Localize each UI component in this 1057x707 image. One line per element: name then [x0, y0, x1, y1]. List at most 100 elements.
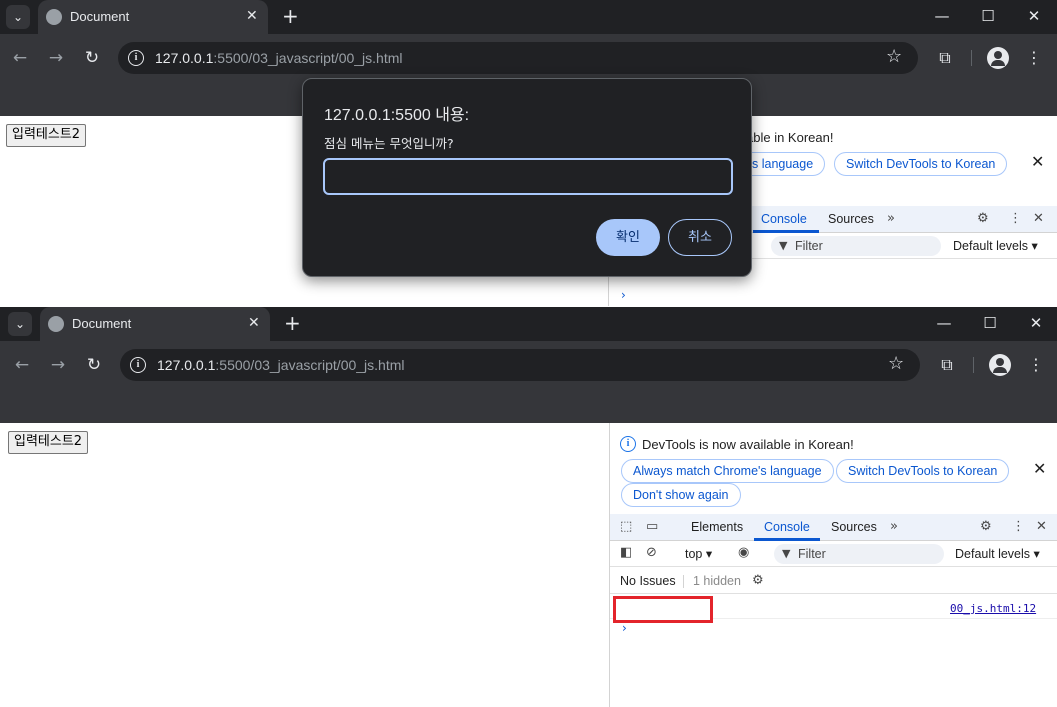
- default-levels-dropdown[interactable]: Default levels ▾: [955, 546, 1040, 561]
- console-message-row: 00_js.html:12: [610, 595, 1057, 623]
- back-arrow-icon[interactable]: ←: [10, 48, 30, 68]
- reload-icon[interactable]: ↻: [82, 48, 102, 68]
- tab-elements[interactable]: Elements: [691, 520, 743, 534]
- settings-gear-icon[interactable]: ⚙: [980, 519, 992, 535]
- ok-button[interactable]: 확인: [596, 219, 660, 256]
- filter-funnel-icon: ▼: [782, 547, 791, 560]
- device-toolbar-icon[interactable]: ▭: [646, 519, 658, 535]
- filter-funnel-icon: ▼: [779, 239, 788, 252]
- banner-close-icon[interactable]: ✕: [1031, 152, 1044, 171]
- tab-search-chevron-icon[interactable]: ⌄: [8, 312, 32, 336]
- url-host: 127.0.0.1: [155, 50, 214, 66]
- url-text: 127.0.0.1:5500/03_javascript/00_js.html: [157, 357, 405, 373]
- input-test-button[interactable]: 입력테스트2: [6, 124, 87, 147]
- menu-kebab-icon[interactable]: ⋮: [1025, 354, 1047, 376]
- live-expression-eye-icon[interactable]: ◉: [738, 545, 749, 561]
- tab-console[interactable]: Console: [764, 520, 810, 534]
- profile-avatar-icon[interactable]: [989, 354, 1011, 376]
- console-filter-bar: ◧ ⊘ top ▾ ◉ ▼ Filter Default levels ▾: [610, 541, 1057, 567]
- page-content: 입력테스트2: [0, 423, 608, 707]
- minimize-icon[interactable]: —: [930, 6, 954, 26]
- more-tabs-chevron-icon[interactable]: »: [887, 211, 895, 227]
- switch-korean-button[interactable]: Switch DevTools to Korean: [836, 459, 1010, 483]
- tab-sources[interactable]: Sources: [831, 520, 877, 534]
- match-language-button[interactable]: Always match Chrome's language: [621, 459, 834, 483]
- browser-toolbar: ← → ↻ i 127.0.0.1:5500/03_javascript/00_…: [0, 341, 1057, 389]
- browser-tab[interactable]: Document ✕: [38, 0, 268, 34]
- close-window-icon[interactable]: ✕: [1022, 6, 1046, 26]
- toolbar-separator: [973, 357, 974, 373]
- site-info-icon[interactable]: i: [128, 50, 144, 66]
- devtools-close-icon[interactable]: ✕: [1033, 211, 1044, 227]
- minimize-icon[interactable]: —: [932, 313, 956, 333]
- default-levels-label: Default levels: [953, 239, 1029, 253]
- url-host: 127.0.0.1: [157, 357, 216, 373]
- screenshot-after-prompt: ⌄ Document ✕ + — ☐ ✕ ← → ↻ i 127.0.0.1:5…: [0, 307, 1057, 707]
- close-window-icon[interactable]: ✕: [1024, 313, 1048, 333]
- maximize-icon[interactable]: ☐: [978, 313, 1002, 333]
- bookmark-star-icon[interactable]: ☆: [888, 354, 904, 374]
- screenshot-with-prompt: ⌄ Document ✕ + — ☐ ✕ ← → ↻ i 127.0.0.1:5…: [0, 0, 1057, 306]
- tab-strip: ⌄ Document ✕ + — ☐ ✕: [0, 0, 1057, 34]
- filter-placeholder: Filter: [798, 547, 826, 561]
- close-tab-icon[interactable]: ✕: [248, 315, 260, 331]
- url-path: :5500/03_javascript/00_js.html: [213, 50, 403, 66]
- close-tab-icon[interactable]: ✕: [246, 8, 258, 24]
- default-levels-dropdown[interactable]: Default levels ▾: [953, 238, 1038, 253]
- hidden-count: 1 hidden: [693, 574, 741, 588]
- inspect-element-icon[interactable]: ⬚: [620, 519, 632, 535]
- menu-kebab-icon[interactable]: ⋮: [1023, 47, 1045, 69]
- url-path: :5500/03_javascript/00_js.html: [215, 357, 405, 373]
- issues-count[interactable]: No Issues: [620, 574, 676, 588]
- reload-icon[interactable]: ↻: [84, 355, 104, 375]
- filter-placeholder: Filter: [795, 239, 823, 253]
- devtools-menu-icon[interactable]: ⋮: [1012, 519, 1025, 535]
- issues-separator: [683, 575, 684, 588]
- source-link[interactable]: 00_js.html:12: [950, 602, 1036, 615]
- console-filter-input[interactable]: ▼ Filter: [774, 544, 944, 564]
- tab-sources[interactable]: Sources: [828, 212, 874, 226]
- dialog-message: 점심 메뉴는 무엇입니까?: [324, 136, 454, 151]
- console-filter-input[interactable]: ▼ Filter: [771, 236, 941, 256]
- devtools-panel: i DevTools is now available in Korean! A…: [609, 423, 1057, 707]
- context-selector[interactable]: top ▾: [685, 546, 712, 561]
- extensions-puzzle-icon[interactable]: ⧉: [936, 354, 958, 376]
- console-prompt-icon[interactable]: ›: [622, 621, 627, 635]
- new-tab-button[interactable]: +: [284, 312, 301, 334]
- globe-icon: [46, 9, 62, 25]
- browser-toolbar: ← → ↻ i 127.0.0.1:5500/03_javascript/00_…: [0, 34, 1057, 82]
- new-tab-button[interactable]: +: [282, 5, 299, 27]
- site-info-icon[interactable]: i: [130, 357, 146, 373]
- cancel-button[interactable]: 취소: [668, 219, 732, 256]
- address-bar[interactable]: i 127.0.0.1:5500/03_javascript/00_js.htm…: [118, 42, 918, 74]
- extensions-puzzle-icon[interactable]: ⧉: [934, 47, 956, 69]
- switch-korean-button[interactable]: Switch DevTools to Korean: [834, 152, 1008, 176]
- default-levels-label: Default levels: [955, 547, 1031, 561]
- banner-close-icon[interactable]: ✕: [1033, 459, 1046, 478]
- devtools-menu-icon[interactable]: ⋮: [1009, 211, 1022, 227]
- settings-gear-icon[interactable]: ⚙: [977, 211, 989, 227]
- input-test-button[interactable]: 입력테스트2: [8, 431, 89, 454]
- forward-arrow-icon[interactable]: →: [46, 48, 66, 68]
- browser-tab[interactable]: Document ✕: [40, 307, 270, 341]
- bookmark-star-icon[interactable]: ☆: [886, 47, 902, 67]
- clear-console-icon[interactable]: ⊘: [646, 545, 657, 561]
- sidebar-toggle-icon[interactable]: ◧: [620, 545, 632, 561]
- more-tabs-chevron-icon[interactable]: »: [890, 519, 898, 535]
- dont-show-again-button[interactable]: Don't show again: [621, 483, 741, 507]
- issues-settings-gear-icon[interactable]: ⚙: [752, 573, 764, 589]
- forward-arrow-icon[interactable]: →: [48, 355, 68, 375]
- globe-icon: [48, 316, 64, 332]
- console-prompt-icon[interactable]: ›: [621, 288, 626, 302]
- tab-console[interactable]: Console: [761, 212, 807, 226]
- tab-search-chevron-icon[interactable]: ⌄: [6, 5, 30, 29]
- url-text: 127.0.0.1:5500/03_javascript/00_js.html: [155, 50, 403, 66]
- back-arrow-icon[interactable]: ←: [12, 355, 32, 375]
- address-bar[interactable]: i 127.0.0.1:5500/03_javascript/00_js.htm…: [120, 349, 920, 381]
- devtools-close-icon[interactable]: ✕: [1036, 519, 1047, 535]
- prompt-input[interactable]: [323, 158, 733, 195]
- maximize-icon[interactable]: ☐: [976, 6, 1000, 26]
- issues-bar: No Issues 1 hidden ⚙: [610, 568, 1057, 594]
- profile-avatar-icon[interactable]: [987, 47, 1009, 69]
- devtools-tab-bar: ⬚ ▭ Elements Console Sources » ⚙ ⋮ ✕: [610, 514, 1057, 541]
